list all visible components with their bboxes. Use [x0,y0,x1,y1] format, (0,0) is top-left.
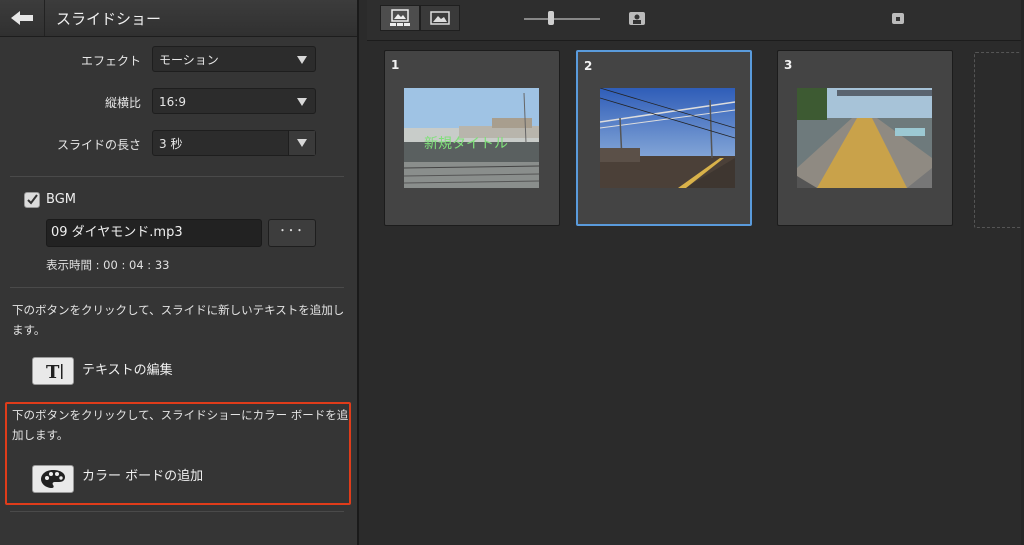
storyboard-toolbar [367,0,1024,41]
single-view-button[interactable] [420,5,460,31]
divider [10,287,344,288]
svg-text:T: T [46,362,60,382]
slide-number: 2 [584,59,593,73]
divider [10,511,344,512]
highlight-annotation [5,402,351,505]
effect-label: エフェクト [80,54,141,68]
empty-slide-slot[interactable] [974,52,1024,228]
divider [10,176,344,177]
back-arrow-icon [11,11,33,25]
zoom-slider-track[interactable] [524,18,600,20]
bgm-file-field[interactable]: 09 ダイヤモンド.mp3 [46,219,262,247]
chevron-down-icon [297,98,307,106]
display-duration: 表示時間 : 00 : 04 : 33 [46,258,170,272]
slide-length-dropdown-button[interactable] [288,131,315,155]
effect-value: モーション [159,53,219,67]
slide-length-combobox[interactable]: 3 秒 [152,130,316,156]
aspect-ratio-value: 16:9 [159,95,186,109]
slide-length-value: 3 秒 [159,137,183,151]
panel-header: スライドショー [0,0,357,37]
settings-panel: スライドショー エフェクト モーション 縦横比 16:9 スライドの長さ 3 秒… [0,0,359,545]
aspect-ratio-label: 縦横比 [104,96,141,110]
storyboard-icon [390,9,410,26]
edit-text-button[interactable]: T [32,357,74,385]
browse-button[interactable]: ･･･ [268,219,316,247]
edit-text-label[interactable]: テキストの編集 [82,359,173,378]
text-t-icon: T [46,362,63,382]
slide-tile-1[interactable]: 1 新規タイトル [384,50,560,226]
text-section-description: 下のボタンをクリックして、スライドに新しいテキストを追加します。 [12,303,345,337]
back-button[interactable] [0,0,45,36]
zoom-out-icon[interactable] [891,12,905,25]
zoom-in-icon[interactable] [628,11,646,26]
checkmark-icon [27,194,38,205]
slide-title-overlay: 新規タイトル [424,136,508,152]
slide-tile-2[interactable]: 2 [576,50,752,226]
slide-number: 1 [391,58,400,72]
slide-thumbnail-2 [600,88,735,188]
bgm-label: BGM [46,192,76,207]
aspect-ratio-dropdown[interactable]: 16:9 [152,88,316,114]
panel-title: スライドショー [56,10,162,28]
slide-length-label: スライドの長さ [56,138,141,152]
slide-tile-3[interactable]: 3 [777,50,953,226]
storyboard-view-button[interactable] [380,5,420,31]
image-icon [430,11,450,25]
slide-thumbnail-1: 新規タイトル [404,88,539,188]
zoom-slider-thumb[interactable] [548,11,554,25]
effect-dropdown[interactable]: モーション [152,46,316,72]
slide-thumbnail-3 [797,88,932,188]
chevron-down-icon [297,56,307,64]
slide-number: 3 [784,58,793,72]
bgm-checkbox[interactable] [24,192,40,208]
chevron-down-icon [297,139,307,147]
